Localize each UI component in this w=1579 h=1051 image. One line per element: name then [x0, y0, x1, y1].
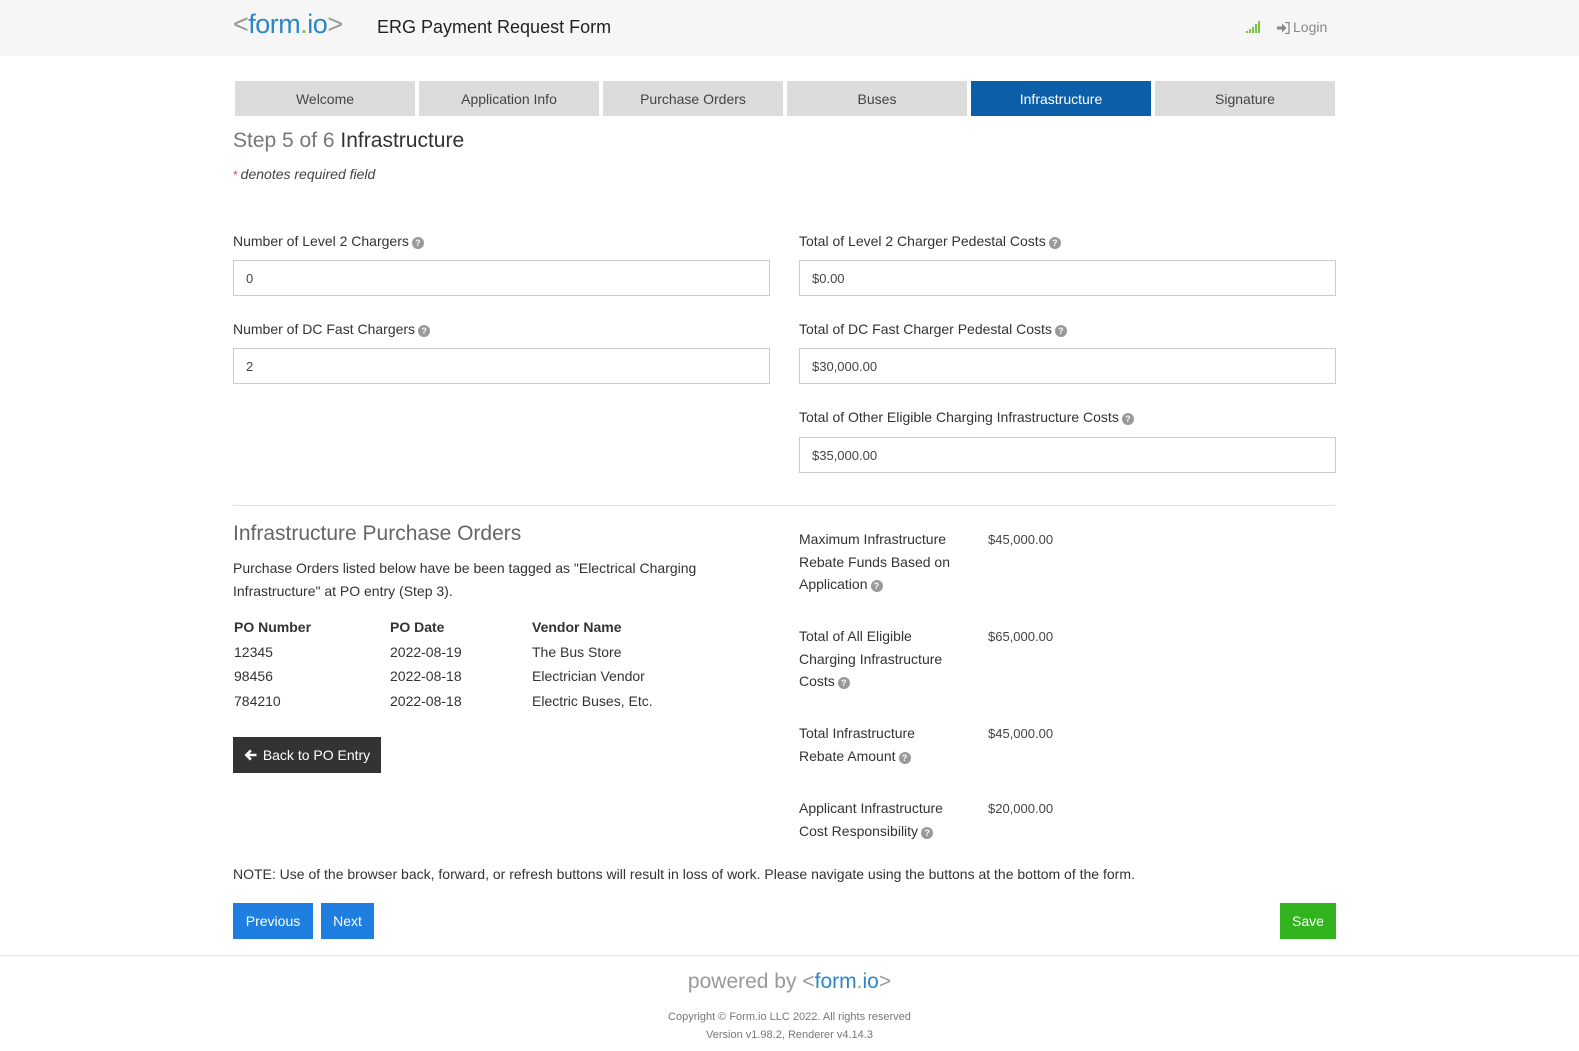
tab-buses[interactable]: Buses — [787, 81, 967, 116]
po-section-description: Purchase Orders listed below have be bee… — [233, 560, 697, 599]
applicant-responsibility-value: $20,000.00 — [988, 801, 1054, 816]
next-button[interactable]: Next — [321, 903, 374, 939]
dc-count-input[interactable] — [233, 348, 770, 384]
top-navbar: <form.io> ERG Payment Request Form Login — [0, 0, 1579, 56]
arrow-left-icon — [244, 749, 257, 761]
help-icon[interactable]: ? — [1054, 325, 1067, 337]
login-link[interactable]: Login — [1277, 19, 1327, 35]
back-to-po-entry-button[interactable]: Back to PO Entry — [233, 737, 381, 773]
section-divider — [233, 505, 1335, 506]
tab-infrastructure[interactable]: Infrastructure — [971, 81, 1151, 116]
powered-by-formio: powered by <form.io> — [687, 970, 892, 993]
step-heading: Step 5 of 6 Infrastructure — [233, 129, 464, 153]
help-icon[interactable]: ? — [1048, 237, 1061, 249]
po-date: 2022-08-18 — [390, 668, 462, 684]
level2-cost-label: Total of Level 2 Charger Pedestal Costs? — [799, 233, 1061, 249]
dc-count-label: Number of DC Fast Chargers? — [233, 321, 431, 337]
previous-button[interactable]: Previous — [233, 903, 313, 939]
vendor-name: Electrician Vendor — [532, 668, 645, 684]
column-header: PO Date — [390, 619, 445, 635]
help-icon[interactable]: ? — [837, 677, 850, 689]
other-cost-label: Total of Other Eligible Charging Infrast… — [799, 409, 1134, 425]
help-icon[interactable]: ? — [898, 751, 911, 764]
level2-count-input[interactable] — [233, 260, 770, 296]
total-eligible-costs-value: $65,000.00 — [988, 629, 1054, 644]
save-button[interactable]: Save — [1280, 903, 1336, 939]
tab-purchase-orders[interactable]: Purchase Orders — [603, 81, 783, 116]
level2-cost-input[interactable] — [799, 260, 1336, 296]
footer-logo: <form.io> — [802, 970, 892, 993]
level2-count-label: Number of Level 2 Chargers? — [233, 233, 424, 249]
help-icon[interactable]: ? — [411, 237, 424, 249]
version-info: Version v1.98.2, Renderer v4.14.3 — [706, 1029, 873, 1041]
tab-application-info[interactable]: Application Info — [419, 81, 599, 116]
po-number: 784210 — [234, 692, 281, 709]
back-button-label: Back to PO Entry — [262, 747, 371, 763]
copyright: Copyright © Form.io LLC 2022. All rights… — [668, 1011, 911, 1023]
help-icon[interactable]: ? — [870, 580, 883, 592]
help-icon[interactable]: ? — [921, 826, 934, 839]
vendor-name: Electric Buses, Etc. — [532, 692, 653, 709]
tab-welcome[interactable]: Welcome — [235, 81, 415, 116]
login-label: Login — [1293, 19, 1328, 35]
step-counter: Step 5 of 6 — [233, 129, 335, 152]
applicant-responsibility-label: Applicant Infrastructure Cost Responsibi… — [799, 800, 943, 839]
total-eligible-costs-label: Total of All Eligible Charging Infrastru… — [799, 628, 943, 689]
vendor-name: The Bus Store — [532, 643, 622, 660]
tab-signature[interactable]: Signature — [1155, 81, 1335, 116]
max-rebate-value: $45,000.00 — [988, 532, 1054, 547]
po-section-title: Infrastructure Purchase Orders — [233, 522, 522, 545]
other-cost-input[interactable] — [799, 437, 1336, 473]
max-rebate-label: Maximum Infrastructure Rebate Funds Base… — [799, 531, 950, 592]
po-date: 2022-08-18 — [390, 692, 462, 709]
po-number: 12345 — [234, 643, 273, 660]
navigation-note: NOTE: Use of the browser back, forward, … — [233, 866, 1135, 882]
dc-cost-input[interactable] — [799, 348, 1336, 384]
column-header: PO Number — [234, 619, 312, 635]
required-star: * — [233, 168, 238, 182]
total-rebate-value: $45,000.00 — [988, 726, 1054, 741]
column-header: Vendor Name — [532, 619, 622, 635]
signal-icon — [1246, 21, 1260, 33]
footer-divider — [0, 955, 1579, 956]
total-rebate-label: Total Infrastructure Rebate Amount? — [799, 725, 915, 764]
wizard-tabs: Welcome Application Info Purchase Orders… — [235, 81, 1335, 116]
sign-in-icon — [1277, 21, 1290, 35]
formio-logo[interactable]: <form.io> — [233, 9, 343, 40]
po-date: 2022-08-19 — [390, 643, 462, 660]
po-number: 98456 — [234, 668, 273, 684]
help-icon[interactable]: ? — [1121, 413, 1134, 425]
app-title: ERG Payment Request Form — [377, 17, 612, 37]
step-title: Infrastructure — [340, 129, 465, 152]
help-icon[interactable]: ? — [418, 325, 431, 337]
required-note: * denotes required field — [233, 166, 376, 182]
dc-cost-label: Total of DC Fast Charger Pedestal Costs? — [799, 321, 1067, 337]
